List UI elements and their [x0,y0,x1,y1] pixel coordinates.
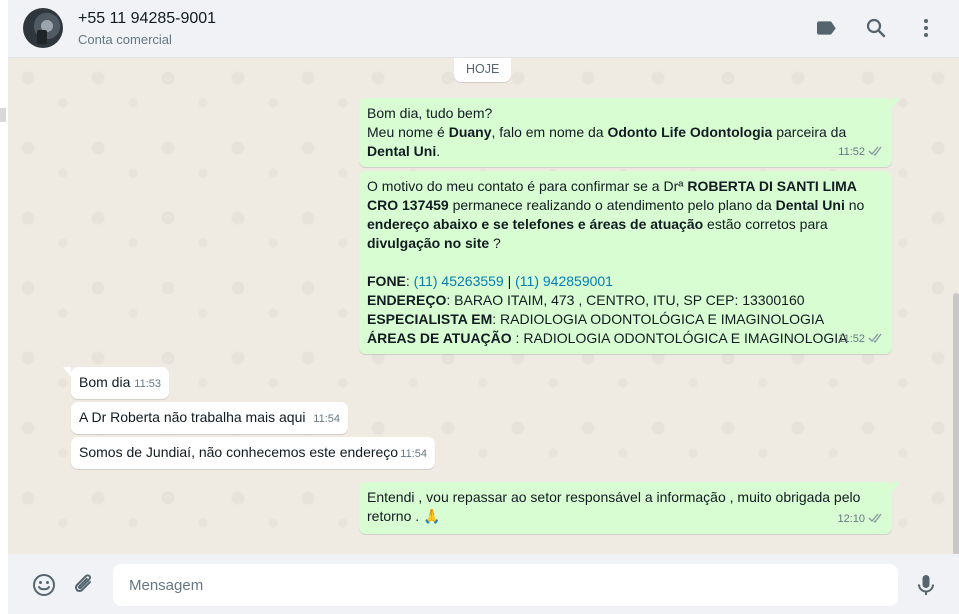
bold-text: ROBERTA DI SANTI LIMA [687,178,857,194]
phone-link[interactable]: (11) 45263559 [414,273,504,289]
message-line: ENDEREÇO: BARAO ITAIM, 473 , CENTRO, ITU… [367,291,883,310]
message-line: endereço abaixo e se telefones e áreas d… [367,215,883,234]
emoji-icon[interactable] [31,572,57,598]
text-run: O motivo do meu contato é para confirmar… [367,178,688,194]
chat-header: +55 11 94285-9001 Conta comercial [8,0,959,58]
text-run: estão corretos para [703,216,828,232]
bold-text: Dental Uni [775,197,845,213]
text-run: : [405,273,414,289]
message-line: retorno . 🙏 [367,507,883,526]
bold-text: CRO 137459 [367,197,449,213]
message-text: Somos de Jundiaí, não conhecemos este en… [79,443,426,462]
phone-link[interactable]: (11) 942859001 [515,273,613,289]
message-text: Bom dia, tudo bem? Meu nome é Duany, falo… [367,104,883,161]
left-edge-strip [0,0,8,614]
double-check-icon [868,333,882,343]
message-meta: 11:54 [400,445,427,464]
double-check-icon [868,513,882,523]
message-meta: 11:54 [313,410,340,429]
message-time: 12:10 [837,513,865,525]
text-run: : RADIOLOGIA ODONTOLÓGICA E IMAGINOLOGIA [511,330,848,346]
bold-text: FONE [367,273,406,289]
message-bubble-incoming[interactable]: Bom dia 11:53 [63,367,169,399]
scrollbar-thumb[interactable] [953,293,959,554]
message-bubble-outgoing[interactable]: Bom dia, tudo bem? Meu nome é Duany, falo… [359,98,900,167]
message-line: Meu nome é Duany, falo em nome da Odonto… [367,123,883,142]
message-text: O motivo do meu contato é para confirmar… [367,177,883,348]
message-meta: 11:52 [838,143,884,162]
message-line: Dental Uni. [367,142,883,161]
bold-text: Duany [448,124,492,140]
chat-pane[interactable]: HOJE Bom dia, tudo bem? Meu nome é Duany,… [8,58,959,554]
message-time: 11:52 [838,146,865,158]
message-time: 11:53 [134,378,161,390]
text-run: A Dr Roberta não trabalha mais aqui [79,409,306,425]
chat-scrollbar[interactable] [953,58,959,554]
compose-bar [8,554,959,614]
menu-icon[interactable] [914,16,938,40]
message-line: ESPECIALISTA EM: RADIOLOGIA ODONTOLÓGICA… [367,310,883,329]
message-time: 11:54 [400,448,427,460]
bold-text: ÁREAS DE ATUAÇÃO [367,330,512,346]
avatar[interactable] [23,8,63,48]
date-chip: HOJE [454,58,512,82]
bold-text: ESPECIALISTA EM [367,311,493,327]
bubble-tail [892,482,900,492]
label-icon[interactable] [814,16,838,40]
message-line: divulgação no site ? [367,234,883,253]
message-meta: 11:53 [134,375,161,394]
text-run: no [844,197,865,213]
text-run: , falo em nome da [491,124,608,140]
bold-text: endereço abaixo e se telefones e áreas d… [367,216,704,232]
bold-text: Odonto Life Odontologia [607,124,773,140]
text-run: Meu nome é [367,124,449,140]
bubble-tail [892,98,900,108]
text-run: Entendi , vou repassar ao setor responsá… [367,489,861,505]
message-input[interactable] [113,564,898,606]
message-bubble-outgoing[interactable]: O motivo do meu contato é para confirmar… [359,171,892,354]
contact-subtitle: Conta comercial [78,32,172,47]
message-line: A Dr Roberta não trabalha mais aqui [79,408,339,427]
mic-icon[interactable] [913,572,939,598]
message-bubble-incoming[interactable]: Somos de Jundiaí, não conhecemos este en… [71,437,435,469]
message-line: ÁREAS DE ATUAÇÃO : RADIOLOGIA ODONTOLÓGI… [367,329,883,348]
text-run: retorno . 🙏 [367,508,441,524]
message-line: FONE: (11) 45263559 | (11) 942859001 [367,272,883,291]
message-meta: 12:10 [837,510,884,529]
text-run: Bom dia [79,374,131,390]
text-run: : BARAO ITAIM, 473 , CENTRO, ITU, SP CEP… [446,292,805,308]
bubble-tail [63,367,71,377]
message-line: Bom dia, tudo bem? [367,104,883,123]
text-run: ? [489,235,501,251]
message-text: Entendi , vou repassar ao setor responsá… [367,488,883,526]
message-meta: 11:52 [838,330,884,349]
left-edge-mark [0,108,6,122]
text-run: Bom dia, tudo bem? [367,105,493,121]
message-line: Entendi , vou repassar ao setor responsá… [367,488,883,507]
text-run: | [503,273,516,289]
message-bubble-outgoing[interactable]: Entendi , vou repassar ao setor responsá… [359,482,900,534]
double-check-icon [868,146,882,156]
message-time: 11:54 [313,413,340,425]
message-line: Somos de Jundiaí, não conhecemos este en… [79,443,426,462]
message-line [367,253,883,272]
text-run: Somos de Jundiaí, não conhecemos este en… [79,444,399,460]
bold-text: ENDEREÇO [367,292,447,308]
bold-text: divulgação no site [367,235,490,251]
text-run: : RADIOLOGIA ODONTOLÓGICA E IMAGINOLOGIA [492,311,825,327]
message-text: A Dr Roberta não trabalha mais aqui [79,408,339,427]
message-bubble-incoming[interactable]: A Dr Roberta não trabalha mais aqui 11:5… [71,402,348,434]
attach-icon[interactable] [71,572,97,598]
text-run: parceira da [772,124,847,140]
text-run: permanece realizando o atendimento pelo … [448,197,776,213]
contact-name[interactable]: +55 11 94285-9001 [78,10,216,28]
text-run: . [436,143,441,159]
bold-text: Dental Uni [367,143,437,159]
message-line: CRO 137459 permanece realizando o atendi… [367,196,883,215]
message-line: O motivo do meu contato é para confirmar… [367,177,883,196]
message-time: 11:52 [838,333,865,345]
search-icon[interactable] [864,16,888,40]
